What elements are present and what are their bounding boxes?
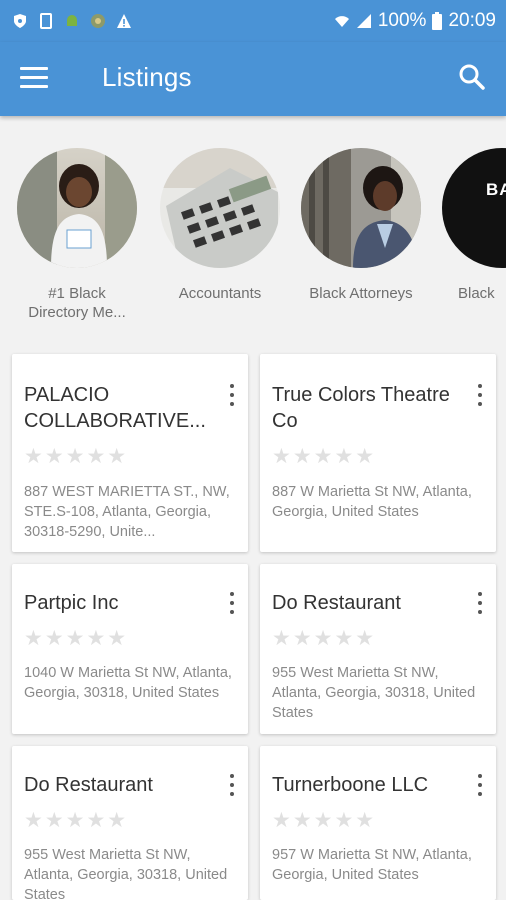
listing-card[interactable]: True Colors Theatre Co ★★★★★ 887 W Marie… bbox=[260, 354, 496, 552]
category-label: Black bbox=[458, 285, 495, 302]
category-label: #1 Black Directory Me... bbox=[28, 285, 126, 321]
page-title: Listings bbox=[102, 62, 192, 92]
listing-card[interactable]: Do Restaurant ★★★★★ 955 West Marietta St… bbox=[12, 746, 248, 900]
listing-name: Partpic Inc bbox=[24, 592, 119, 614]
category-image bbox=[301, 148, 421, 268]
listing-name: True Colors Theatre Co bbox=[272, 384, 450, 432]
phone-icon bbox=[40, 13, 52, 29]
listing-name: Do Restaurant bbox=[272, 592, 401, 614]
person-photo-icon bbox=[301, 148, 421, 268]
category-badge: BA bbox=[486, 180, 506, 199]
category-black-directory[interactable]: #1 Black Directory Me... bbox=[7, 148, 147, 322]
category-label: Accountants bbox=[178, 285, 262, 302]
android-icon bbox=[67, 15, 77, 26]
more-options-icon[interactable] bbox=[476, 592, 484, 618]
rating-stars: ★★★★★ bbox=[272, 627, 377, 650]
listing-address: 957 W Marietta St NW, Atlanta, Georgia, … bbox=[272, 847, 472, 883]
listing-name: Turnerboone LLC bbox=[272, 774, 429, 796]
category-accountants[interactable]: Accountants bbox=[150, 148, 290, 303]
wifi-icon bbox=[334, 16, 349, 27]
rating-stars: ★★★★★ bbox=[272, 809, 377, 832]
menu-button[interactable] bbox=[20, 67, 48, 89]
listing-card[interactable]: PALACIO COLLABORATIVE... ★★★★★ 887 WEST … bbox=[12, 354, 248, 552]
menu-icon-bar bbox=[20, 85, 48, 88]
listing-card[interactable]: Turnerboone LLC ★★★★★ 957 W Marietta St … bbox=[260, 746, 496, 900]
listing-address: 955 West Marietta St NW, Atlanta, Georgi… bbox=[272, 665, 476, 721]
more-options-icon[interactable] bbox=[228, 592, 236, 618]
category-black[interactable]: BA Black bbox=[432, 148, 506, 303]
search-icon[interactable] bbox=[458, 63, 486, 91]
more-options-icon[interactable] bbox=[476, 774, 484, 800]
category-image bbox=[160, 148, 280, 268]
system-status: 100% 20:09 bbox=[334, 10, 496, 32]
listing-card[interactable]: Do Restaurant ★★★★★ 955 West Marietta St… bbox=[260, 564, 496, 734]
category-image bbox=[17, 148, 137, 268]
listing-card[interactable]: Partpic Inc ★★★★★ 1040 W Marietta St NW,… bbox=[12, 564, 248, 734]
category-label: Black Attorneys bbox=[309, 285, 413, 302]
shield-icon bbox=[14, 14, 26, 28]
listing-address: 887 WEST MARIETTA ST., NW, STE.S-108, At… bbox=[24, 484, 230, 540]
category-image: BA bbox=[442, 148, 506, 268]
listing-address: 887 W Marietta St NW, Atlanta, Georgia, … bbox=[272, 484, 472, 520]
person-photo-icon bbox=[17, 148, 137, 268]
listing-address: 955 West Marietta St NW, Atlanta, Georgi… bbox=[24, 847, 228, 900]
listing-name: PALACIO COLLABORATIVE... bbox=[24, 384, 206, 432]
more-options-icon[interactable] bbox=[228, 774, 236, 800]
menu-icon-bar bbox=[20, 76, 48, 79]
category-black-attorneys[interactable]: Black Attorneys bbox=[291, 148, 431, 303]
rating-stars: ★★★★★ bbox=[272, 445, 377, 468]
warning-icon bbox=[117, 14, 131, 28]
listing-address: 1040 W Marietta St NW, Atlanta, Georgia,… bbox=[24, 665, 232, 701]
clock: 20:09 bbox=[448, 10, 496, 31]
signal-icon bbox=[356, 14, 371, 28]
app-icon bbox=[91, 14, 105, 28]
status-bar: 100% 20:09 bbox=[0, 0, 506, 42]
calculator-icon bbox=[160, 148, 280, 268]
category-carousel[interactable]: #1 Black Directory Me... Accountants Bla… bbox=[0, 140, 506, 330]
more-options-icon[interactable] bbox=[476, 384, 484, 410]
battery-icon bbox=[432, 12, 443, 30]
rating-stars: ★★★★★ bbox=[24, 445, 129, 468]
listing-name: Do Restaurant bbox=[24, 774, 153, 796]
menu-icon-bar bbox=[20, 67, 48, 70]
app-bar: Listings bbox=[0, 42, 506, 116]
notification-icons bbox=[12, 13, 132, 29]
rating-stars: ★★★★★ bbox=[24, 627, 129, 650]
battery-percent: 100% bbox=[377, 10, 427, 31]
rating-stars: ★★★★★ bbox=[24, 809, 129, 832]
more-options-icon[interactable] bbox=[228, 384, 236, 410]
